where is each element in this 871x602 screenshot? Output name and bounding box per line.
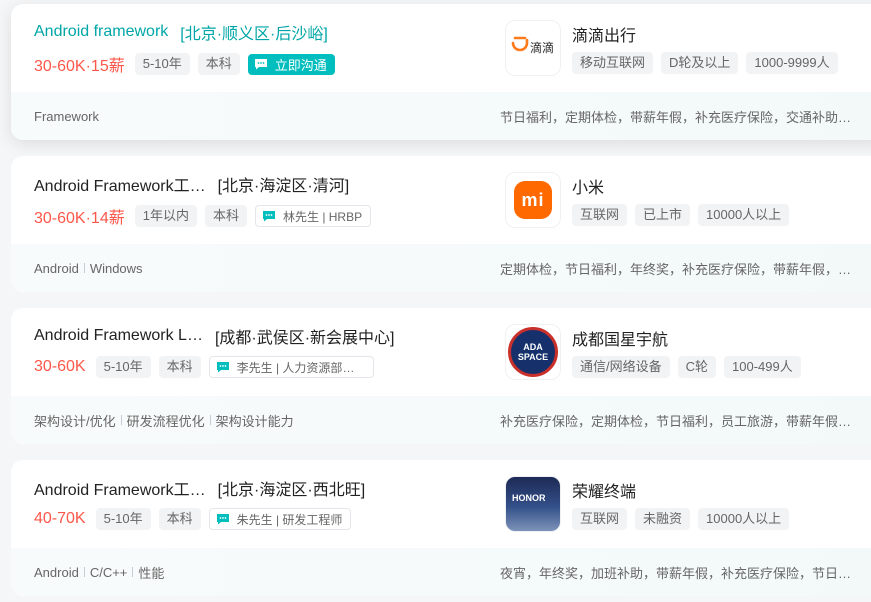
skill-tag: Android [34, 564, 79, 580]
degree-tag: 本科 [204, 205, 247, 227]
company-size-tag: 100-499人 [724, 356, 801, 378]
skill-divider [132, 567, 134, 577]
company-name[interactable]: 荣耀终端 [572, 478, 636, 502]
experience-tag: 5-10年 [134, 53, 190, 75]
skill-tag: Windows [89, 260, 143, 276]
skill-tag: 架构设计/优化 [34, 413, 116, 429]
company-size-tag: 1000-9999人 [746, 52, 838, 74]
company-logo-text: 滴滴 [530, 41, 555, 55]
degree-tag: 本科 [197, 53, 240, 75]
job-area: [北京·海淀区·清河] [217, 178, 350, 195]
skill-tag: Framework [34, 108, 100, 124]
degree-tag: 本科 [158, 508, 201, 530]
company-size-tag: 10000人以上 [698, 508, 790, 530]
job-card-3[interactable]: Android Framework L… [成都·武侯区·新会展中心] 30-6… [11, 308, 871, 444]
company-logo[interactable]: ADA SPACE [505, 324, 561, 380]
chat-icon [216, 513, 230, 525]
welfare-text: 补充医疗保险，定期体检，节日福利，员工旅游，带薪年假… [500, 413, 852, 429]
company-logo-text: HONOR [512, 493, 546, 503]
job-card-4[interactable]: Android Framework工… [北京·海淀区·西北旺] 40-70K … [11, 460, 871, 596]
chat-now-label: 立即沟通 [274, 57, 327, 73]
degree-tag: 本科 [158, 356, 201, 378]
salary: 30-60K·14薪 [34, 210, 125, 227]
company-logo-text: mi [521, 189, 545, 210]
company-size-tag: 10000人以上 [698, 204, 790, 226]
recruiter-contact[interactable]: 李先生 | 人力资源部副… [208, 356, 374, 378]
company-logo[interactable]: 滴滴 [505, 20, 561, 76]
skill-divider [209, 415, 211, 425]
company-logo-text: ADA SPACE [517, 342, 549, 362]
job-card-1[interactable]: Android framework [北京·顺义区·后沙峪] 30-60K·15… [11, 4, 871, 140]
chat-icon [262, 210, 276, 222]
skill-tag: 架构设计能力 [215, 413, 294, 429]
welfare-text: 夜宵，年终奖，加班补助，带薪年假，补充医疗保险，节日… [500, 565, 852, 581]
recruiter-contact[interactable]: 林先生 | HRBP [254, 205, 372, 227]
recruiter-info: 李先生 | 人力资源部副… [236, 360, 365, 375]
job-area: [成都·武侯区·新会展中心] [214, 330, 395, 347]
welfare-text: 定期体检，节日福利，年终奖，补充医疗保险，带薪年假，… [500, 261, 852, 277]
skill-tags: Framework [34, 92, 99, 140]
experience-tag: 5-10年 [95, 508, 151, 530]
job-title[interactable]: Android Framework工… [34, 172, 206, 196]
company-stage-tag: C轮 [677, 356, 717, 378]
job-title[interactable]: Android framework [34, 23, 168, 41]
company-logo[interactable]: HONOR [505, 476, 561, 532]
skill-tag: 性能 [138, 565, 165, 581]
company-industry-tag: 互联网 [572, 508, 628, 530]
salary: 30-60K [34, 358, 86, 375]
skill-tags: 架构设计/优化 研发流程优化 架构设计能力 [34, 396, 294, 444]
job-card-2[interactable]: Android Framework工… [北京·海淀区·清河] 30-60K·1… [11, 156, 871, 292]
chat-icon [254, 58, 268, 70]
company-name[interactable]: 滴滴出行 [572, 22, 636, 46]
salary: 30-60K·15薪 [34, 58, 125, 75]
skill-tags: Android C/C++ 性能 [34, 548, 164, 596]
skill-tag: Android [34, 260, 79, 276]
job-title[interactable]: Android Framework工… [34, 476, 206, 500]
company-name[interactable]: 成都国星宇航 [572, 326, 668, 350]
skill-divider [120, 415, 122, 425]
skill-tag: C/C++ [89, 564, 128, 580]
recruiter-info: 朱先生 | 研发工程师 [236, 512, 343, 527]
company-industry-tag: 通信/网络设备 [572, 356, 670, 378]
recruiter-info: 林先生 | HRBP [282, 209, 363, 224]
company-industry-tag: 移动互联网 [572, 52, 654, 74]
job-area: [北京·顺义区·后沙峪] [180, 26, 328, 43]
job-title[interactable]: Android Framework L… [34, 327, 203, 345]
salary: 40-70K [34, 510, 86, 527]
company-industry-tag: 互联网 [572, 204, 628, 226]
welfare-text: 节日福利，定期体检，带薪年假，补充医疗保险，交通补助… [500, 109, 852, 125]
company-stage-tag: D轮及以上 [661, 52, 739, 74]
recruiter-contact[interactable]: 朱先生 | 研发工程师 [208, 508, 352, 530]
company-logo[interactable]: mi [505, 172, 561, 228]
company-stage-tag: 已上市 [635, 204, 691, 226]
skill-tag: 研发流程优化 [126, 413, 205, 429]
chat-now-button[interactable]: 立即沟通 [247, 53, 335, 75]
skill-divider [83, 263, 85, 273]
skill-tags: Android Windows [34, 244, 143, 292]
chat-icon [216, 361, 230, 373]
experience-tag: 5-10年 [95, 356, 151, 378]
experience-tag: 1年以内 [134, 205, 197, 227]
company-stage-tag: 未融资 [635, 508, 691, 530]
company-name[interactable]: 小米 [572, 174, 604, 198]
job-area: [北京·海淀区·西北旺] [217, 482, 366, 499]
skill-divider [83, 567, 85, 577]
